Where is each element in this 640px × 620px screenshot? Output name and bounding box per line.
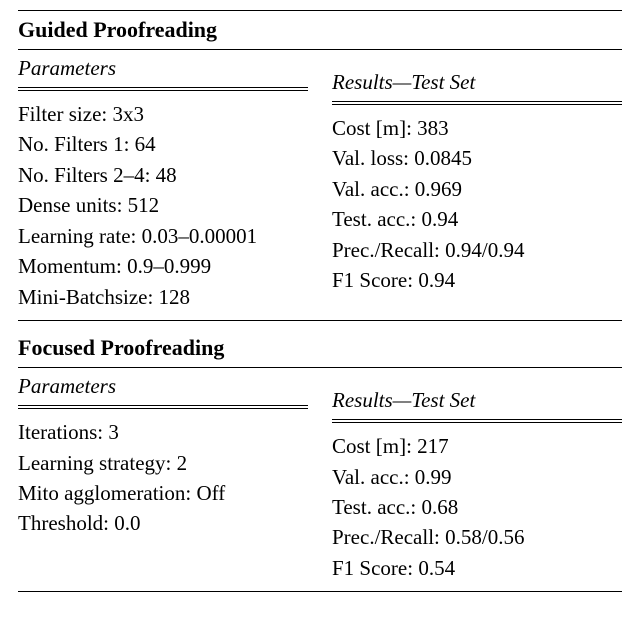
result-line: F1 Score: 0.94 (332, 265, 622, 295)
param-line: Iterations: 3 (18, 417, 308, 447)
param-line: No. Filters 2–4: 48 (18, 160, 308, 190)
parameters-column: Parameters Iterations: 3 Learning strate… (18, 368, 308, 547)
column-header-parameters: Parameters (18, 50, 308, 88)
parameters-body: Filter size: 3x3 No. Filters 1: 64 No. F… (18, 91, 308, 320)
results-body: Cost [m]: 217 Val. acc.: 0.99 Test. acc.… (332, 423, 622, 591)
result-line: Prec./Recall: 0.94/0.94 (332, 235, 622, 265)
param-line: Learning strategy: 2 (18, 448, 308, 478)
columns: Parameters Filter size: 3x3 No. Filters … (18, 50, 622, 320)
param-line: Learning rate: 0.03–0.00001 (18, 221, 308, 251)
result-line: F1 Score: 0.54 (332, 553, 622, 583)
results-column: Results—Test Set Cost [m]: 383 Val. loss… (332, 50, 622, 304)
column-header-results: Results—Test Set (332, 64, 622, 102)
parameters-column: Parameters Filter size: 3x3 No. Filters … (18, 50, 308, 320)
param-line: Dense units: 512 (18, 190, 308, 220)
section-title: Focused Proofreading (18, 329, 622, 368)
result-line: Val. acc.: 0.99 (332, 462, 622, 492)
param-line: No. Filters 1: 64 (18, 129, 308, 159)
result-line: Prec./Recall: 0.58/0.56 (332, 522, 622, 552)
section-guided-proofreading: Guided Proofreading Parameters Filter si… (18, 10, 622, 321)
column-header-results: Results—Test Set (332, 382, 622, 420)
section-title: Guided Proofreading (18, 10, 622, 50)
page: Guided Proofreading Parameters Filter si… (0, 0, 640, 620)
param-line: Mini-Batchsize: 128 (18, 282, 308, 312)
parameters-body: Iterations: 3 Learning strategy: 2 Mito … (18, 409, 308, 547)
param-line: Filter size: 3x3 (18, 99, 308, 129)
result-line: Cost [m]: 383 (332, 113, 622, 143)
result-line: Val. loss: 0.0845 (332, 143, 622, 173)
results-body: Cost [m]: 383 Val. loss: 0.0845 Val. acc… (332, 105, 622, 304)
column-header-parameters: Parameters (18, 368, 308, 406)
param-line: Threshold: 0.0 (18, 508, 308, 538)
result-line: Val. acc.: 0.969 (332, 174, 622, 204)
result-line: Cost [m]: 217 (332, 431, 622, 461)
param-line: Mito agglomeration: Off (18, 478, 308, 508)
param-line: Momentum: 0.9–0.999 (18, 251, 308, 281)
result-line: Test. acc.: 0.94 (332, 204, 622, 234)
section-focused-proofreading: Focused Proofreading Parameters Iteratio… (18, 329, 622, 592)
result-line: Test. acc.: 0.68 (332, 492, 622, 522)
